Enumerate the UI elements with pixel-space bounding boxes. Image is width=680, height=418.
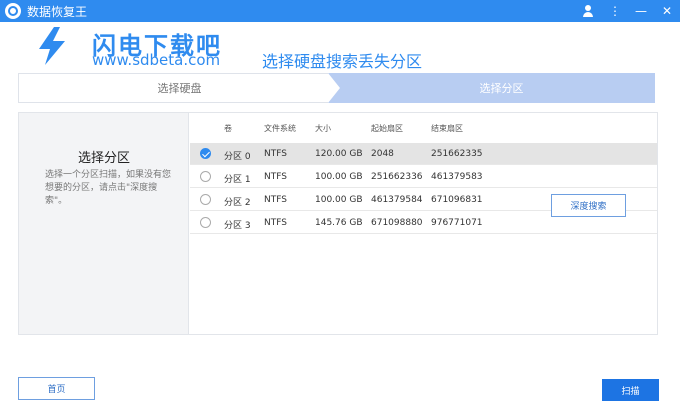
radio-button[interactable] <box>200 217 211 228</box>
step-indicator: 选择硬盘 选择分区 <box>18 73 655 103</box>
radio-button[interactable] <box>200 171 211 182</box>
size-cell: 100.00 GB <box>315 172 363 182</box>
partition-table: 卷 文件系统 大小 起始扇区 结束扇区 分区 0 NTFS 120.00 GB … <box>190 113 657 334</box>
column-header: 大小 <box>315 124 331 133</box>
fs-cell: NTFS <box>264 218 287 228</box>
column-header: 文件系统 <box>264 124 296 133</box>
app-logo-icon <box>5 3 21 19</box>
column-header: 结束扇区 <box>431 124 463 133</box>
size-cell: 145.76 GB <box>315 218 363 228</box>
fs-cell: NTFS <box>264 149 287 159</box>
menu-icon[interactable]: ⋮ <box>608 4 622 18</box>
home-button[interactable]: 首页 <box>18 377 95 400</box>
size-cell: 120.00 GB <box>315 149 363 159</box>
table-header: 卷 文件系统 大小 起始扇区 结束扇区 <box>190 119 657 137</box>
end-sector-cell: 671096831 <box>431 195 483 205</box>
table-row[interactable]: 分区 1 NTFS 100.00 GB 251662336 461379583 <box>190 166 657 188</box>
start-sector-cell: 251662336 <box>371 172 423 182</box>
column-header: 起始扇区 <box>371 124 403 133</box>
window-controls: ⋮ — ✕ <box>582 0 674 22</box>
fs-cell: NTFS <box>264 172 287 182</box>
end-sector-cell: 461379583 <box>431 172 483 182</box>
volume-cell: 分区 3 <box>224 221 251 231</box>
end-sector-cell: 976771071 <box>431 218 483 228</box>
size-cell: 100.00 GB <box>315 195 363 205</box>
column-header: 卷 <box>224 124 232 133</box>
user-icon[interactable] <box>582 5 596 17</box>
start-sector-cell: 671098880 <box>371 218 423 228</box>
table-row[interactable]: 分区 0 NTFS 120.00 GB 2048 251662335 <box>190 143 657 165</box>
close-icon[interactable]: ✕ <box>660 4 674 18</box>
scan-button[interactable]: 扫描 <box>602 379 659 401</box>
step-select-partition: 选择分区 <box>328 73 655 103</box>
page-title: 选择硬盘搜索丢失分区 <box>262 52 423 71</box>
volume-cell: 分区 1 <box>224 175 251 185</box>
watermark-logo <box>30 22 74 70</box>
fs-cell: NTFS <box>264 195 287 205</box>
step-arrow <box>328 73 340 103</box>
volume-cell: 分区 0 <box>224 152 251 162</box>
radio-button[interactable] <box>200 148 211 159</box>
info-sidebar: 选择分区 选择一个分区扫描，如果没有您想要的分区，请点击"深度搜索"。 <box>19 113 189 334</box>
lightning-bolt-icon <box>39 27 65 65</box>
step-select-disk: 选择硬盘 <box>18 73 328 103</box>
sidebar-description: 选择一个分区扫描，如果没有您想要的分区，请点击"深度搜索"。 <box>45 170 172 206</box>
sidebar-title: 选择分区 <box>77 151 130 166</box>
title-bar: 数据恢复王 ⋮ — ✕ <box>0 0 680 22</box>
end-sector-cell: 251662335 <box>431 149 483 159</box>
radio-button[interactable] <box>200 194 211 205</box>
app-title: 数据恢复王 <box>27 4 88 19</box>
start-sector-cell: 461379584 <box>371 195 423 205</box>
volume-cell: 分区 2 <box>224 198 251 208</box>
start-sector-cell: 2048 <box>371 149 394 159</box>
watermark-text-en: www.sdbeta.com <box>92 51 221 69</box>
step-label: 选择分区 <box>479 82 524 95</box>
minimize-icon[interactable]: — <box>634 4 648 18</box>
main-panel: 选择分区 选择一个分区扫描，如果没有您想要的分区，请点击"深度搜索"。 卷 文件… <box>18 112 658 335</box>
deep-search-button[interactable]: 深度搜索 <box>551 194 626 217</box>
step-label: 选择硬盘 <box>157 82 202 95</box>
